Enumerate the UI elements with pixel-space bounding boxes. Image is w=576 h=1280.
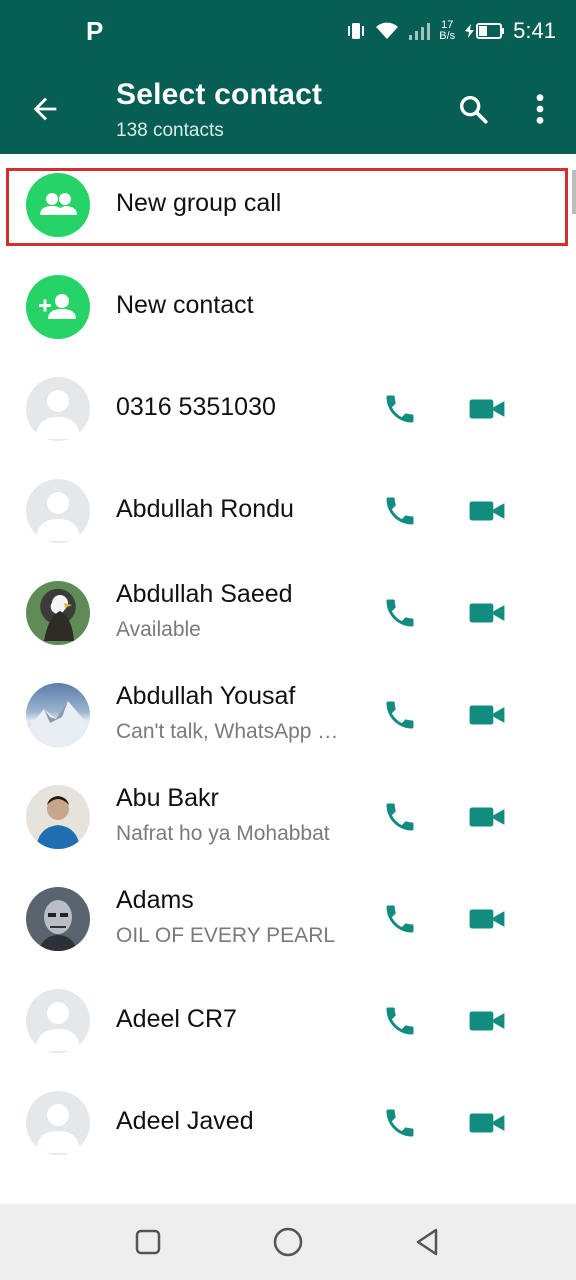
contact-name: Adeel CR7 bbox=[116, 1005, 237, 1033]
action-label: New contact bbox=[116, 291, 254, 319]
signal-icon bbox=[409, 23, 431, 40]
more-options-icon[interactable] bbox=[530, 92, 550, 126]
voice-call-icon[interactable] bbox=[382, 1003, 418, 1039]
wifi-icon bbox=[376, 22, 399, 39]
video-call-icon[interactable] bbox=[468, 495, 506, 527]
voice-call-icon[interactable] bbox=[382, 391, 418, 427]
contact-row[interactable]: Abdullah Saeed Available bbox=[0, 562, 576, 664]
contact-status: OIL OF EVERY PEARL bbox=[116, 924, 336, 947]
video-call-icon[interactable] bbox=[468, 393, 506, 425]
contact-row[interactable]: Abdullah Rondu bbox=[0, 460, 576, 562]
voice-call-icon[interactable] bbox=[382, 901, 418, 937]
new-contact-row[interactable]: New contact bbox=[0, 256, 576, 358]
status-icons: 17 B/s 5:41 bbox=[345, 18, 556, 44]
group-icon bbox=[26, 173, 90, 237]
video-call-icon[interactable] bbox=[468, 597, 506, 629]
contact-row[interactable]: 0316 5351030 bbox=[0, 358, 576, 460]
default-avatar-icon bbox=[26, 377, 90, 441]
contact-name: Adams bbox=[116, 886, 194, 914]
contact-row[interactable]: Adams OIL OF EVERY PEARL bbox=[0, 868, 576, 970]
back-arrow-icon[interactable] bbox=[28, 92, 62, 126]
network-speed: 17 B/s bbox=[439, 19, 456, 42]
contact-row[interactable]: Adeel Javed bbox=[0, 1072, 576, 1174]
contact-list: New group call New contact 0316 5351030 … bbox=[0, 154, 576, 1174]
default-avatar-icon bbox=[26, 479, 90, 543]
page-title: Select contact bbox=[116, 78, 323, 111]
voice-call-icon[interactable] bbox=[382, 595, 418, 631]
video-call-icon[interactable] bbox=[468, 903, 506, 935]
voice-call-icon[interactable] bbox=[382, 493, 418, 529]
system-nav-bar bbox=[0, 1204, 576, 1280]
clock: 5:41 bbox=[513, 18, 556, 43]
voice-call-icon[interactable] bbox=[382, 1105, 418, 1141]
vibrate-icon bbox=[348, 23, 365, 39]
contact-name: Abdullah Rondu bbox=[116, 495, 294, 523]
battery-icon bbox=[465, 23, 505, 39]
status-bar: P 17 B/s 5:41 bbox=[0, 0, 576, 64]
action-label: New group call bbox=[116, 189, 282, 217]
add-contact-icon bbox=[26, 275, 90, 339]
contact-row[interactable]: Adeel CR7 bbox=[0, 970, 576, 1072]
contact-status: Available bbox=[116, 618, 201, 641]
voice-call-icon[interactable] bbox=[382, 697, 418, 733]
contact-photo bbox=[26, 887, 90, 951]
scroll-indicator bbox=[572, 170, 576, 214]
contact-row[interactable]: Abdullah Yousaf Can't talk, WhatsApp onl… bbox=[0, 664, 576, 766]
contact-photo bbox=[26, 581, 90, 645]
search-icon[interactable] bbox=[456, 92, 490, 126]
app-bar: Select contact 138 contacts bbox=[0, 64, 576, 154]
recents-icon[interactable] bbox=[128, 1222, 168, 1262]
back-icon[interactable] bbox=[408, 1222, 448, 1262]
video-call-icon[interactable] bbox=[468, 1107, 506, 1139]
video-call-icon[interactable] bbox=[468, 1005, 506, 1037]
new-group-call-row[interactable]: New group call bbox=[0, 154, 576, 256]
contact-photo bbox=[26, 683, 90, 747]
contact-name: Abdullah Yousaf bbox=[116, 682, 296, 710]
contact-row[interactable]: Abu Bakr Nafrat ho ya Mohabbat bbox=[0, 766, 576, 868]
contact-name: Abdullah Saeed bbox=[116, 580, 293, 608]
home-icon[interactable] bbox=[268, 1222, 308, 1262]
contact-status: Can't talk, WhatsApp only bbox=[116, 720, 346, 743]
contact-name: 0316 5351030 bbox=[116, 393, 276, 421]
contact-count: 138 contacts bbox=[116, 120, 224, 141]
default-avatar-icon bbox=[26, 989, 90, 1053]
contact-name: Abu Bakr bbox=[116, 784, 219, 812]
contact-photo bbox=[26, 785, 90, 849]
voice-call-icon[interactable] bbox=[382, 799, 418, 835]
default-avatar-icon bbox=[26, 1091, 90, 1155]
video-call-icon[interactable] bbox=[468, 801, 506, 833]
video-call-icon[interactable] bbox=[468, 699, 506, 731]
contact-status: Nafrat ho ya Mohabbat bbox=[116, 822, 330, 845]
carrier-icon: P bbox=[86, 16, 104, 46]
contact-name: Adeel Javed bbox=[116, 1107, 254, 1135]
